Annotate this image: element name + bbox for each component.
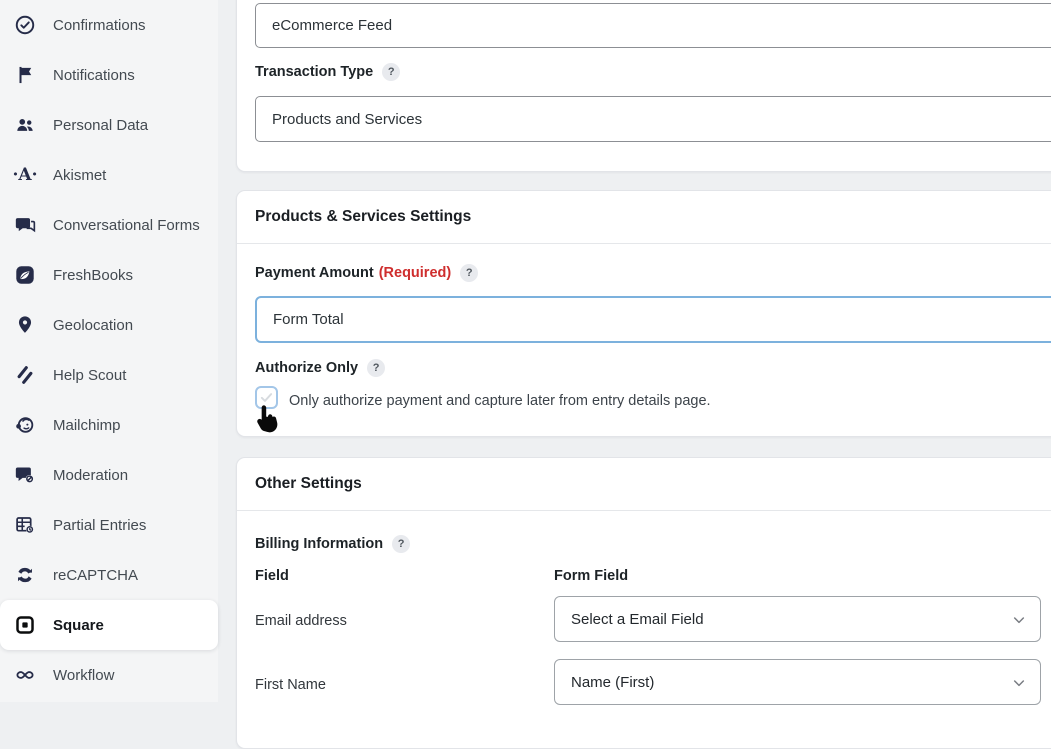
sidebar-item-label: Help Scout xyxy=(53,367,126,384)
table-clock-icon xyxy=(14,514,36,536)
feed-settings-main: Transaction Type ? Products & Services S… xyxy=(236,0,1051,702)
sidebar-item-personal-data[interactable]: Personal Data xyxy=(0,100,218,150)
payment-amount-label-text: Payment Amount xyxy=(255,265,374,281)
select-value: Select a Email Field xyxy=(571,611,704,628)
sidebar-item-square[interactable]: Square xyxy=(0,600,218,650)
payment-amount-label: Payment Amount (Required) ? xyxy=(255,264,478,282)
transaction-type-input[interactable] xyxy=(255,96,1051,142)
feed-name-card: Transaction Type ? xyxy=(236,0,1051,172)
people-icon xyxy=(14,114,36,136)
sidebar-item-conversational-forms[interactable]: Conversational Forms xyxy=(0,200,218,250)
select-value: Name (First) xyxy=(571,674,654,691)
sidebar-item-label: reCAPTCHA xyxy=(53,567,138,584)
sidebar-item-akismet[interactable]: ·A· Akismet xyxy=(0,150,218,200)
chat-bubbles-icon xyxy=(14,214,36,236)
moderation-icon xyxy=(14,464,36,486)
akismet-icon: ·A· xyxy=(14,164,36,186)
feed-name-input[interactable] xyxy=(255,3,1051,48)
payment-amount-help-icon[interactable]: ? xyxy=(460,264,478,282)
sidebar-item-partial-entries[interactable]: Partial Entries xyxy=(0,500,218,550)
chevron-down-icon xyxy=(1011,675,1027,691)
sidebar-item-notifications[interactable]: Notifications xyxy=(0,50,218,100)
column-header-form-field: Form Field xyxy=(554,568,628,584)
sidebar-item-label: Conversational Forms xyxy=(53,217,200,234)
flag-icon xyxy=(14,64,36,86)
freshbooks-icon xyxy=(14,264,36,286)
sidebar-item-geolocation[interactable]: Geolocation xyxy=(0,300,218,350)
billing-row-label-first-name: First Name xyxy=(255,677,326,693)
products-services-settings-card: Products & Services Settings Payment Amo… xyxy=(236,190,1051,437)
sidebar-item-recaptcha[interactable]: reCAPTCHA xyxy=(0,550,218,600)
transaction-type-label: Transaction Type ? xyxy=(255,63,400,81)
recaptcha-icon xyxy=(14,564,36,586)
map-pin-icon xyxy=(14,314,36,336)
billing-row-label-email: Email address xyxy=(255,613,347,629)
sidebar-item-label: Geolocation xyxy=(53,317,133,334)
sidebar-item-workflow[interactable]: Workflow xyxy=(0,650,218,700)
sidebar-item-freshbooks[interactable]: FreshBooks xyxy=(0,250,218,300)
sidebar-item-label: Workflow xyxy=(53,667,114,684)
infinity-link-icon xyxy=(14,664,36,686)
sidebar-item-mailchimp[interactable]: Mailchimp xyxy=(0,400,218,450)
sidebar-item-label: Partial Entries xyxy=(53,517,146,534)
mouse-cursor-hand-icon xyxy=(251,403,283,440)
sidebar-item-label: Personal Data xyxy=(53,117,148,134)
required-indicator: (Required) xyxy=(379,265,452,281)
check-circle-icon xyxy=(14,14,36,36)
email-field-select[interactable]: Select a Email Field xyxy=(554,596,1041,642)
products-services-settings-title: Products & Services Settings xyxy=(237,191,1051,244)
card-title-text: Other Settings xyxy=(255,475,362,493)
mailchimp-icon xyxy=(14,414,36,436)
sidebar-item-confirmations[interactable]: Confirmations xyxy=(0,0,218,50)
billing-information-label-text: Billing Information xyxy=(255,536,383,552)
billing-information-label: Billing Information ? xyxy=(255,535,410,553)
sidebar-item-label: FreshBooks xyxy=(53,267,133,284)
authorize-only-description: Only authorize payment and capture later… xyxy=(289,393,711,409)
sidebar-item-help-scout[interactable]: Help Scout xyxy=(0,350,218,400)
transaction-type-label-text: Transaction Type xyxy=(255,64,373,80)
other-settings-title: Other Settings xyxy=(237,458,1051,511)
sidebar-item-label: Akismet xyxy=(53,167,106,184)
authorize-only-help-icon[interactable]: ? xyxy=(367,359,385,377)
chevron-down-icon xyxy=(1011,612,1027,628)
helpscout-icon xyxy=(14,364,36,386)
sidebar-item-label: Confirmations xyxy=(53,17,146,34)
authorize-only-label-text: Authorize Only xyxy=(255,360,358,376)
sidebar-item-label: Notifications xyxy=(53,67,135,84)
sidebar-item-label: Moderation xyxy=(53,467,128,484)
transaction-type-help-icon[interactable]: ? xyxy=(382,63,400,81)
settings-sidebar: Confirmations Notifications Personal Dat… xyxy=(0,0,218,702)
sidebar-item-moderation[interactable]: Moderation xyxy=(0,450,218,500)
billing-information-help-icon[interactable]: ? xyxy=(392,535,410,553)
square-logo-icon xyxy=(14,614,36,636)
payment-amount-input[interactable] xyxy=(255,296,1051,343)
first-name-field-select[interactable]: Name (First) xyxy=(554,659,1041,705)
sidebar-item-label: Mailchimp xyxy=(53,417,121,434)
authorize-only-label: Authorize Only ? xyxy=(255,359,385,377)
other-settings-card: Other Settings Billing Information ? Fie… xyxy=(236,457,1051,749)
card-title-text: Products & Services Settings xyxy=(255,208,471,226)
sidebar-item-label: Square xyxy=(53,617,104,634)
column-header-field: Field xyxy=(255,568,289,584)
